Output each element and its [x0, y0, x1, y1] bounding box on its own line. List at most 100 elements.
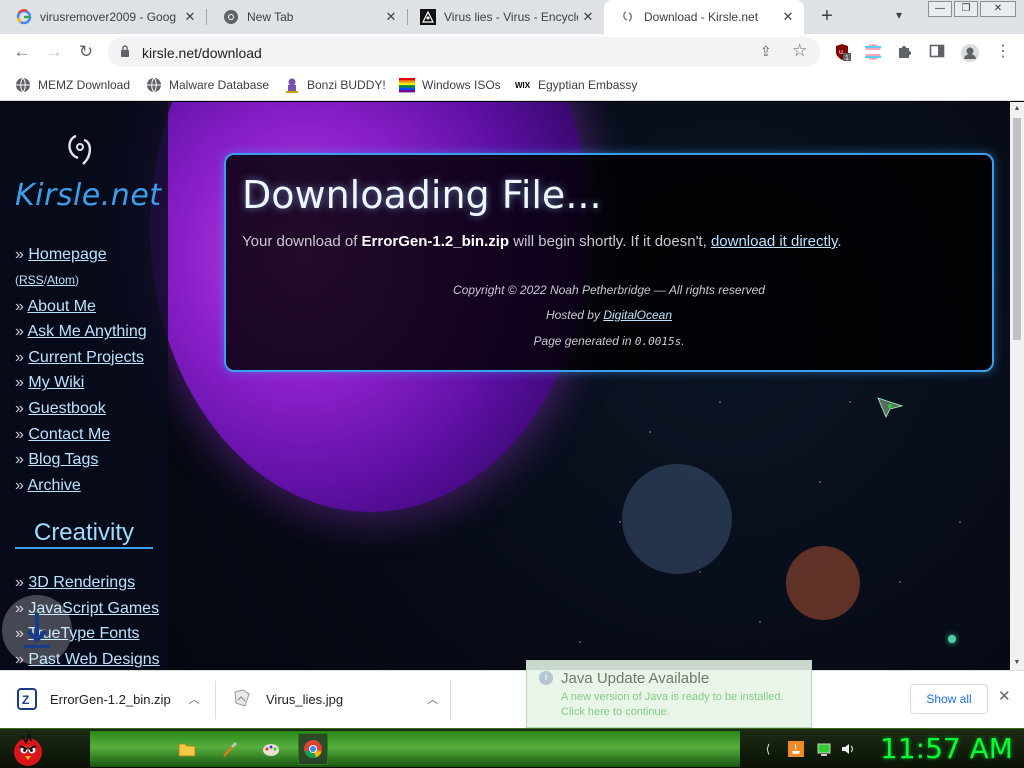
close-tab-icon[interactable]: ✕ — [180, 9, 200, 25]
globe-icon — [147, 77, 161, 93]
site-sidebar: Kirsle.net » Homepage (RSS/Atom) » About… — [0, 102, 168, 670]
reload-icon[interactable]: ↻ — [75, 41, 97, 63]
nav-link[interactable]: About Me — [27, 298, 95, 315]
nav-link[interactable]: Blog Tags — [28, 451, 98, 468]
nav-item-tags: » Blog Tags — [15, 451, 99, 469]
ublock-extension-icon[interactable]: u1 — [834, 43, 852, 62]
nav-item-contact: » Contact Me — [15, 425, 111, 443]
windows-flag-icon — [399, 78, 415, 93]
profile-avatar-icon[interactable] — [960, 43, 979, 62]
taskbar-explorer-button[interactable] — [172, 733, 202, 765]
tray-arrow-icon[interactable]: ⟨ — [760, 741, 776, 757]
page-scrollbar[interactable]: ▲ ▼ — [1010, 102, 1024, 670]
direct-download-link[interactable]: download it directly — [711, 233, 837, 250]
tab-strip: virusremover2009 - Goog ✕ New Tab ✕ Viru… — [0, 0, 1024, 34]
close-window-button[interactable]: ✕ — [980, 1, 1016, 17]
site-logo-text[interactable]: Kirsle.net — [15, 178, 162, 213]
section-heading-creativity: Creativity — [15, 517, 153, 549]
google-g-icon — [16, 9, 32, 25]
tab-search-chevron-icon[interactable]: ▾ — [896, 8, 902, 22]
extensions-puzzle-icon[interactable] — [896, 43, 914, 61]
tab-title: virusremover2009 - Goog — [40, 10, 177, 24]
bookmark-label: MEMZ Download — [38, 78, 131, 92]
bookmark-star-icon[interactable]: ☆ — [792, 41, 807, 61]
floating-download-button[interactable] — [2, 595, 72, 665]
bookmark-label: Windows ISOs — [422, 78, 501, 92]
bookmark-windows-isos[interactable]: Windows ISOs — [399, 77, 501, 93]
taskbar-paint-button[interactable] — [214, 733, 244, 765]
nav-item-about: » About Me — [15, 297, 96, 315]
download-filename: ErrorGen-1.2_bin.zip — [50, 691, 171, 707]
nav-link[interactable]: Contact Me — [28, 426, 110, 443]
nav-item-wiki: » My Wiki — [15, 374, 85, 392]
kirsle-logo-icon[interactable] — [62, 128, 100, 170]
minimize-button[interactable]: — — [928, 1, 952, 17]
tab-new-tab[interactable]: New Tab ✕ — [207, 0, 407, 34]
download-item-zip[interactable]: Z ErrorGen-1.2_bin.zip ︿ — [16, 681, 200, 717]
virus-site-icon — [420, 9, 436, 25]
svg-text:u: u — [839, 49, 843, 56]
close-shelf-icon[interactable]: ✕ — [998, 687, 1011, 705]
tray-volume-icon[interactable] — [840, 741, 856, 757]
rss-link[interactable]: RSS — [19, 273, 44, 287]
scrollbar-thumb[interactable] — [1013, 118, 1021, 340]
tab-download-kirsle[interactable]: Download - Kirsle.net ✕ — [604, 0, 804, 34]
chevron-up-icon[interactable]: ︿ — [189, 691, 200, 707]
chevron-up-icon[interactable]: ︿ — [427, 691, 438, 707]
taskbar-chrome-button[interactable] — [298, 733, 328, 765]
lock-icon[interactable] — [120, 45, 130, 57]
tab-virusremover[interactable]: virusremover2009 - Goog ✕ — [0, 0, 206, 34]
globe-icon — [16, 77, 30, 93]
nav-link[interactable]: Current Projects — [28, 349, 144, 366]
menu-kebab-icon[interactable]: ⋮ — [994, 43, 1012, 61]
bonzi-icon — [286, 78, 298, 93]
new-tab-button[interactable]: + — [816, 6, 838, 28]
forward-arrow-icon[interactable]: → — [43, 41, 65, 63]
tray-network-icon[interactable] — [816, 741, 832, 757]
info-icon: i — [539, 671, 553, 685]
nebula-blue-orb — [622, 464, 732, 574]
show-all-button[interactable]: Show all — [910, 684, 988, 714]
scroll-down-icon[interactable]: ▼ — [1010, 656, 1024, 670]
download-message: Your download of ErrorGen-1.2_bin.zip wi… — [242, 233, 842, 250]
nav-item-projects: » Current Projects — [15, 348, 144, 366]
address-bar[interactable]: kirsle.net/download ⇪ ☆ — [108, 37, 820, 67]
svg-text:Z: Z — [22, 693, 29, 707]
share-icon[interactable]: ⇪ — [760, 43, 772, 60]
bookmark-memz[interactable]: MEMZ Download — [15, 77, 130, 93]
tab-title: Virus lies - Virus - Encyclo — [444, 10, 578, 24]
bookmark-label: Bonzi BUDDY! — [307, 78, 386, 92]
url-text[interactable]: kirsle.net/download — [142, 45, 262, 61]
nav-link[interactable]: Archive — [27, 477, 80, 494]
bookmark-bonzi-buddy[interactable]: Bonzi BUDDY! — [284, 77, 386, 93]
nav-item-archive: » Archive — [15, 476, 81, 494]
digitalocean-link[interactable]: DigitalOcean — [603, 308, 672, 322]
java-update-notification[interactable]: i Java Update Available A new version of… — [526, 660, 812, 728]
nav-link[interactable]: My Wiki — [28, 374, 84, 391]
shelf-divider — [215, 681, 216, 719]
zip-file-icon: Z — [17, 688, 37, 710]
download-arrow-icon — [24, 613, 50, 648]
back-arrow-icon[interactable]: ← — [11, 41, 33, 63]
restore-button[interactable]: ❐ — [954, 1, 978, 17]
nav-link[interactable]: Ask Me Anything — [27, 323, 146, 340]
start-button-angry-bird-icon[interactable] — [8, 730, 48, 768]
nav-link[interactable]: 3D Renderings — [28, 574, 135, 591]
bookmark-egyptian-embassy[interactable]: WIX Egyptian Embassy — [515, 77, 637, 93]
bookmark-malware-database[interactable]: Malware Database — [146, 77, 269, 93]
browser-toolbar: ← → ↻ kirsle.net/download ⇪ ☆ u1 ⋮ — [0, 34, 1024, 70]
flag-extension-icon[interactable] — [864, 43, 882, 61]
tray-java-icon[interactable] — [788, 741, 804, 757]
side-panel-icon[interactable] — [928, 43, 946, 61]
close-tab-icon[interactable]: ✕ — [381, 9, 401, 25]
close-tab-icon[interactable]: ✕ — [578, 9, 598, 25]
download-item-jpg[interactable]: Virus_lies.jpg ︿ — [232, 681, 438, 717]
close-tab-icon[interactable]: ✕ — [778, 9, 798, 25]
tab-virus-lies[interactable]: Virus lies - Virus - Encyclo ✕ — [404, 0, 604, 34]
taskbar-clock[interactable]: 11:57 AM — [880, 732, 1013, 765]
nav-link[interactable]: Homepage — [28, 246, 106, 263]
nav-link[interactable]: Guestbook — [28, 400, 105, 417]
atom-link[interactable]: Atom — [47, 273, 75, 287]
scroll-up-icon[interactable]: ▲ — [1010, 102, 1024, 116]
taskbar-paint-palette-button[interactable] — [256, 733, 286, 765]
